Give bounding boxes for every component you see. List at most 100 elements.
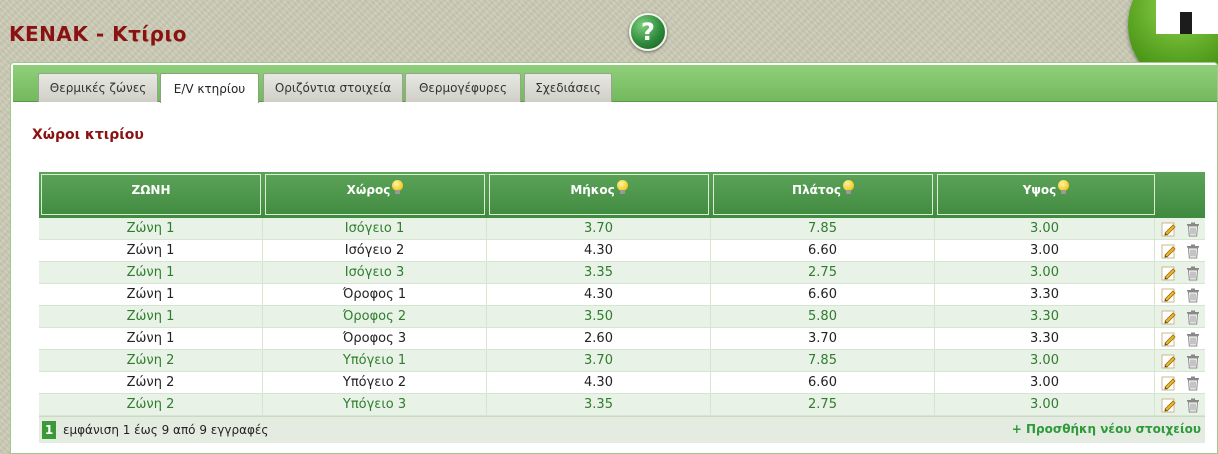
length-cell: 2.60 (487, 328, 711, 349)
width-cell: 5.80 (711, 306, 935, 327)
space-cell: Ισόγειο 2 (263, 240, 487, 261)
table-row[interactable]: Ζώνη 1 Ισόγειο 3 3.35 2.75 3.00 (39, 262, 1205, 284)
table-row[interactable]: Ζώνη 2 Υπόγειο 3 3.35 2.75 3.00 (39, 394, 1205, 416)
height-cell: 3.30 (935, 284, 1155, 305)
width-cell: 2.75 (711, 262, 935, 283)
table-row[interactable]: Ζώνη 1 Όροφος 3 2.60 3.70 3.30 (39, 328, 1205, 350)
column-header-space[interactable]: Χώρος (265, 174, 485, 215)
width-cell: 6.60 (711, 372, 935, 393)
length-cell: 3.70 (487, 218, 711, 239)
column-label: Υψος (1022, 183, 1057, 197)
main-panel: Θερμικές ζώνες Ε/V κτηρίου Οριζόντια στο… (10, 62, 1218, 454)
page-number[interactable]: 1 (42, 421, 56, 439)
tab-thermal-bridges[interactable]: Θερμογέφυρες (405, 73, 521, 102)
pencil-icon[interactable] (1161, 265, 1177, 281)
table-row[interactable]: Ζώνη 1 Όροφος 1 4.30 6.60 3.30 (39, 284, 1205, 306)
help-button[interactable]: ? (629, 13, 667, 51)
width-cell: 6.60 (711, 240, 935, 261)
column-label: Μήκος (570, 183, 615, 197)
help-icon: ? (641, 18, 655, 46)
trash-icon[interactable] (1185, 353, 1201, 369)
pencil-icon[interactable] (1161, 309, 1177, 325)
zone-cell: Ζώνη 2 (39, 394, 263, 415)
length-cell: 3.35 (487, 394, 711, 415)
space-cell: Υπόγειο 3 (263, 394, 487, 415)
tab-bar: Θερμικές ζώνες Ε/V κτηρίου Οριζόντια στο… (13, 65, 1217, 103)
table-row[interactable]: Ζώνη 1 Ισόγειο 1 3.70 7.85 3.00 (39, 218, 1205, 240)
pencil-icon[interactable] (1161, 331, 1177, 347)
width-cell: 7.85 (711, 350, 935, 371)
table-body: Ζώνη 1 Ισόγειο 1 3.70 7.85 3.00 Ζώνη 1 Ισόγειο… (39, 218, 1205, 416)
column-header-width[interactable]: Πλάτος (713, 174, 933, 215)
column-label: Χώρος (346, 183, 391, 197)
column-header-length[interactable]: Μήκος (489, 174, 709, 215)
column-header-height[interactable]: Υψος (937, 174, 1155, 215)
table-header: ΖΩΝΗ Χώρος Μήκος Πλάτος Υψος (39, 172, 1205, 218)
lightbulb-icon[interactable] (1058, 180, 1070, 195)
lightbulb-icon[interactable] (842, 180, 854, 195)
pencil-icon[interactable] (1161, 287, 1177, 303)
space-cell: Υπόγειο 1 (263, 350, 487, 371)
space-cell: Ισόγειο 1 (263, 218, 487, 239)
pencil-icon[interactable] (1161, 243, 1177, 259)
logo-door-icon (1156, 0, 1218, 34)
zone-cell: Ζώνη 2 (39, 372, 263, 393)
table-row[interactable]: Ζώνη 1 Ισόγειο 2 4.30 6.60 3.00 (39, 240, 1205, 262)
length-cell: 4.30 (487, 240, 711, 261)
tab-drawings[interactable]: Σχεδιάσεις (524, 73, 612, 102)
length-cell: 4.30 (487, 372, 711, 393)
trash-icon[interactable] (1185, 287, 1201, 303)
lightbulb-icon[interactable] (392, 180, 404, 195)
space-cell: Υπόγειο 2 (263, 372, 487, 393)
tab-thermal-zones[interactable]: Θερμικές ζώνες (38, 73, 158, 102)
length-cell: 4.30 (487, 284, 711, 305)
pencil-icon[interactable] (1161, 397, 1177, 413)
width-cell: 7.85 (711, 218, 935, 239)
trash-icon[interactable] (1185, 397, 1201, 413)
table-row[interactable]: Ζώνη 1 Όροφος 2 3.50 5.80 3.30 (39, 306, 1205, 328)
trash-icon[interactable] (1185, 375, 1201, 391)
zone-cell: Ζώνη 1 (39, 284, 263, 305)
column-label: Πλάτος (792, 183, 841, 197)
app-title: KENAK - Κτίριο (9, 22, 188, 46)
column-header-zone[interactable]: ΖΩΝΗ (41, 174, 261, 215)
add-new-item-link[interactable]: + Προσθήκη νέου στοιχείου (1012, 422, 1201, 436)
width-cell: 6.60 (711, 284, 935, 305)
trash-icon[interactable] (1185, 265, 1201, 281)
space-cell: Όροφος 1 (263, 284, 487, 305)
section-title: Χώροι κτιρίου (32, 127, 144, 143)
height-cell: 3.00 (935, 240, 1155, 261)
height-cell: 3.00 (935, 350, 1155, 371)
height-cell: 3.00 (935, 262, 1155, 283)
height-cell: 3.30 (935, 328, 1155, 349)
trash-icon[interactable] (1185, 243, 1201, 259)
zone-cell: Ζώνη 1 (39, 240, 263, 261)
trash-icon[interactable] (1185, 309, 1201, 325)
length-cell: 3.70 (487, 350, 711, 371)
height-cell: 3.00 (935, 394, 1155, 415)
pencil-icon[interactable] (1161, 221, 1177, 237)
tab-building-ev[interactable]: Ε/V κτηρίου (160, 73, 259, 103)
space-cell: Ισόγειο 3 (263, 262, 487, 283)
space-cell: Όροφος 2 (263, 306, 487, 327)
lightbulb-icon[interactable] (616, 180, 628, 195)
zone-cell: Ζώνη 1 (39, 328, 263, 349)
spaces-table: ΖΩΝΗ Χώρος Μήκος Πλάτος Υψος Ζώνη 1 Ισόγε… (39, 172, 1205, 443)
trash-icon[interactable] (1185, 221, 1201, 237)
space-cell: Όροφος 3 (263, 328, 487, 349)
trash-icon[interactable] (1185, 331, 1201, 347)
pencil-icon[interactable] (1161, 375, 1177, 391)
width-cell: 2.75 (711, 394, 935, 415)
table-footer: 1 εμφάνιση 1 έως 9 από 9 εγγραφές + Προσ… (39, 416, 1205, 443)
table-row[interactable]: Ζώνη 2 Υπόγειο 2 4.30 6.60 3.00 (39, 372, 1205, 394)
table-row[interactable]: Ζώνη 2 Υπόγειο 1 3.70 7.85 3.00 (39, 350, 1205, 372)
zone-cell: Ζώνη 1 (39, 306, 263, 327)
height-cell: 3.00 (935, 218, 1155, 239)
height-cell: 3.30 (935, 306, 1155, 327)
column-label: ΖΩΝΗ (131, 183, 171, 197)
length-cell: 3.35 (487, 262, 711, 283)
zone-cell: Ζώνη 2 (39, 350, 263, 371)
tab-horizontal-elements[interactable]: Οριζόντια στοιχεία (263, 73, 403, 102)
pencil-icon[interactable] (1161, 353, 1177, 369)
records-info: εμφάνιση 1 έως 9 από 9 εγγραφές (63, 423, 269, 437)
